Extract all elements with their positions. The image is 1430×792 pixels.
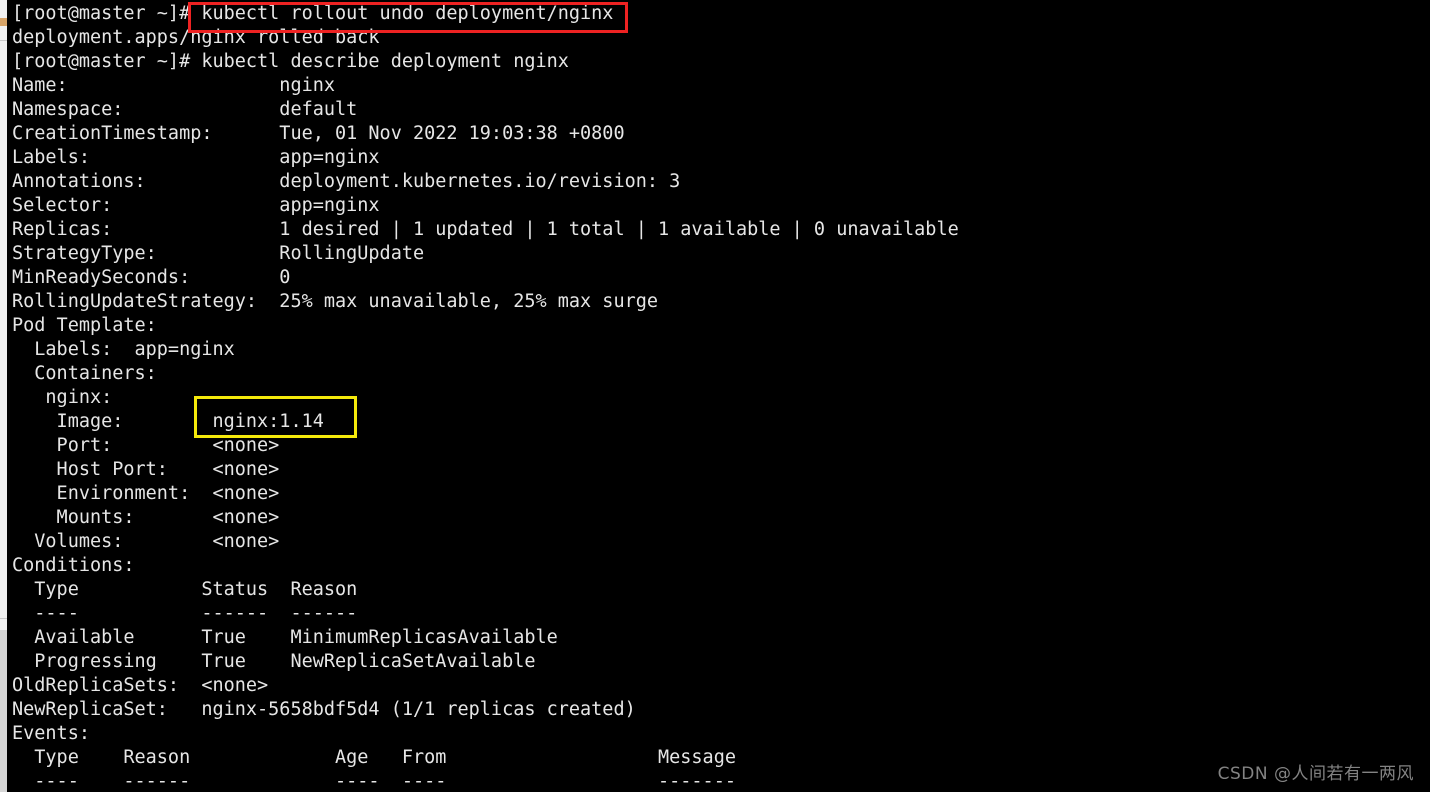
console-line: Replicas: 1 desired | 1 updated | 1 tota… (12, 219, 959, 240)
console-line: Mounts: <none> (12, 507, 280, 528)
console-line: nginx: (12, 387, 113, 408)
console-line: Containers: (12, 363, 157, 384)
scrollbar-thumb[interactable] (0, 630, 7, 792)
console-line: OldReplicaSets: <none> (12, 675, 269, 696)
console-output: [root@master ~]# kubectl rollout undo de… (0, 0, 1430, 792)
console-line: NewReplicaSet: nginx-5658bdf5d4 (1/1 rep… (12, 699, 636, 720)
console-line: Name: nginx (12, 75, 336, 96)
console-line: Type Reason Age From Message (12, 747, 736, 768)
console-line: Labels: app=nginx (12, 339, 235, 360)
csdn-watermark: CSDN @人间若有一两风 (1217, 764, 1414, 784)
console-line: Labels: app=nginx (12, 147, 380, 168)
console-line: Host Port: <none> (12, 459, 280, 480)
console-line: [root@master ~]# kubectl describe deploy… (12, 51, 569, 72)
scrollbar-divider (0, 618, 7, 619)
scrollbar-marker (0, 18, 7, 26)
console-line: Conditions: (12, 555, 135, 576)
console-line: Port: <none> (12, 435, 280, 456)
console-line: Type Status Reason (12, 579, 358, 600)
console-line: ---- ------ ------ (12, 603, 358, 624)
console-line: RollingUpdateStrategy: 25% max unavailab… (12, 291, 659, 312)
terminal-window: [root@master ~]# kubectl rollout undo de… (0, 0, 1430, 792)
console-line: Events: (12, 723, 90, 744)
console-line: ---- ------ ---- ---- ------- (12, 771, 736, 792)
console-line: [root@master ~]# kubectl rollout undo de… (12, 3, 614, 24)
console-line: Environment: <none> (12, 483, 280, 504)
console-line: Volumes: <none> (12, 531, 280, 552)
console-line: Progressing True NewReplicaSetAvailable (12, 651, 536, 672)
console-line: Available True MinimumReplicasAvailable (12, 627, 558, 648)
console-line: Image: nginx:1.14 (12, 411, 324, 432)
scrollbar-divider (0, 40, 7, 41)
console-line: deployment.apps/nginx rolled back (12, 27, 380, 48)
console-line: MinReadySeconds: 0 (12, 267, 291, 288)
vertical-scrollbar[interactable] (0, 0, 8, 792)
console-line: Annotations: deployment.kubernetes.io/re… (12, 171, 681, 192)
console-line: Namespace: default (12, 99, 358, 120)
console-line: StrategyType: RollingUpdate (12, 243, 425, 264)
console-line: Pod Template: (12, 315, 157, 336)
console-line: Selector: app=nginx (12, 195, 380, 216)
console-line: CreationTimestamp: Tue, 01 Nov 2022 19:0… (12, 123, 625, 144)
